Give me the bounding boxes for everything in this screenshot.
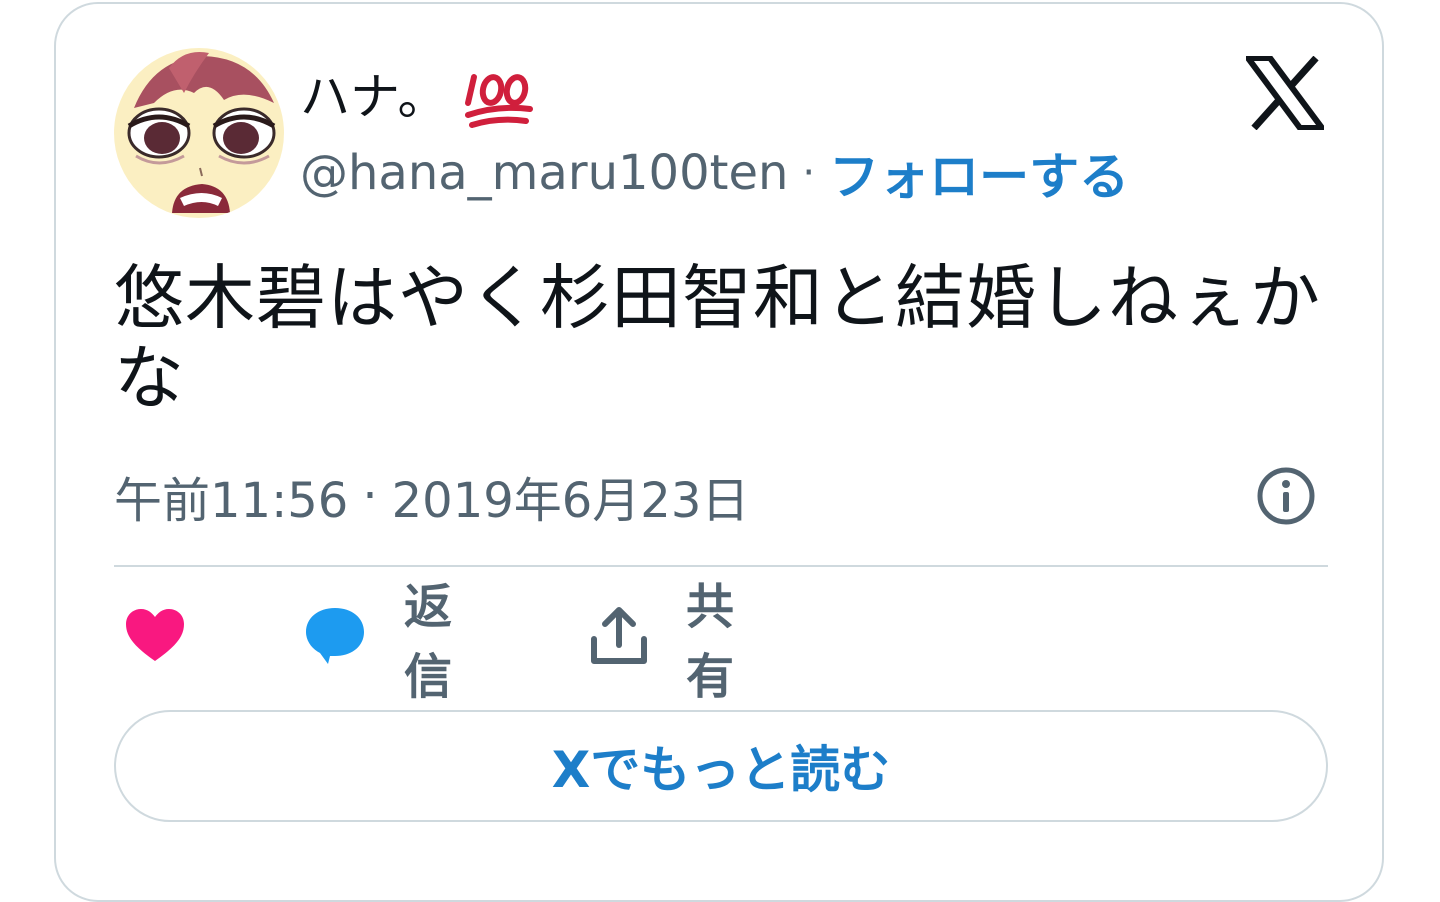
tweet-time[interactable]: 午前11:56 [114,461,348,531]
share-label: 共有 [686,579,735,705]
author-handle-row: @hana_maru100ten · フォローする [300,140,1129,206]
info-icon[interactable] [1256,466,1316,526]
tweet-text: 悠木碧はやく杉田智和と結婚しねぇかな [114,257,1321,419]
avatar[interactable] [114,48,284,218]
read-more-on-x-button[interactable]: Xでもっと読む [114,710,1328,822]
speech-bubble-icon [304,604,366,670]
reply-button[interactable]: 返信 [304,579,452,705]
share-button[interactable]: 共有 [590,579,734,705]
author-handle[interactable]: @hana_maru100ten [300,145,788,201]
author-name-row[interactable]: ハナ。 [300,62,534,132]
tweet-timestamp[interactable]: 午前11:56 · 2019年6月23日 [114,461,750,531]
separator-dot: · [802,150,816,196]
hundred-points-icon [462,65,534,129]
author-display-name[interactable]: ハナ。 [300,62,448,132]
follow-button[interactable]: フォローする [829,137,1129,209]
x-logo-icon[interactable] [1242,55,1328,131]
like-button[interactable] [124,600,186,674]
reply-label: 返信 [404,579,453,705]
tweet-date[interactable]: 2019年6月23日 [392,461,750,531]
heart-icon [124,607,186,667]
tweet-embed-card: ハナ。 @hana_maru100ten · フォローする 悠木碧はやく杉田智和 [54,2,1384,902]
share-upload-icon [590,605,648,669]
read-more-label: Xでもっと読む [551,741,891,799]
separator-dot: · [362,468,378,524]
